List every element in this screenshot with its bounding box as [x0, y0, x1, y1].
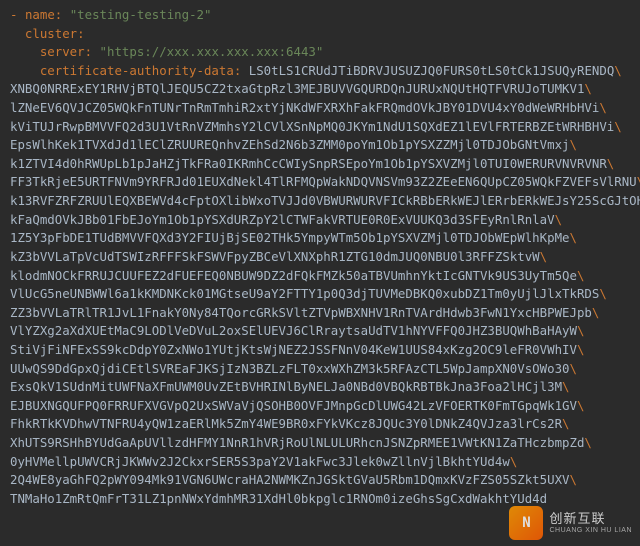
key-certificate-authority-data: certificate-authority-data — [40, 63, 234, 78]
list-dash: - — [10, 7, 17, 22]
value-name: "testing-testing-2" — [70, 7, 212, 22]
watermark: N 创新互联 CHUANG XIN HU LIAN — [509, 506, 632, 540]
value-certificate-authority-data: LS0tLS1CRUdJTiBDRVJUSUZJQ0FURS0tLS0tCk1J… — [10, 63, 640, 506]
key-server: server — [40, 44, 85, 59]
key-name: name — [25, 7, 55, 22]
key-cluster: cluster — [25, 26, 77, 41]
watermark-logo-icon: N — [509, 506, 543, 540]
value-server: "https://xxx.xxx.xxx.xxx:6443" — [100, 44, 324, 59]
yaml-code-block: - name: "testing-testing-2" cluster: ser… — [0, 0, 640, 508]
watermark-text: 创新互联 CHUANG XIN HU LIAN — [549, 512, 632, 534]
watermark-en: CHUANG XIN HU LIAN — [549, 527, 632, 534]
watermark-cn: 创新互联 — [549, 512, 632, 525]
